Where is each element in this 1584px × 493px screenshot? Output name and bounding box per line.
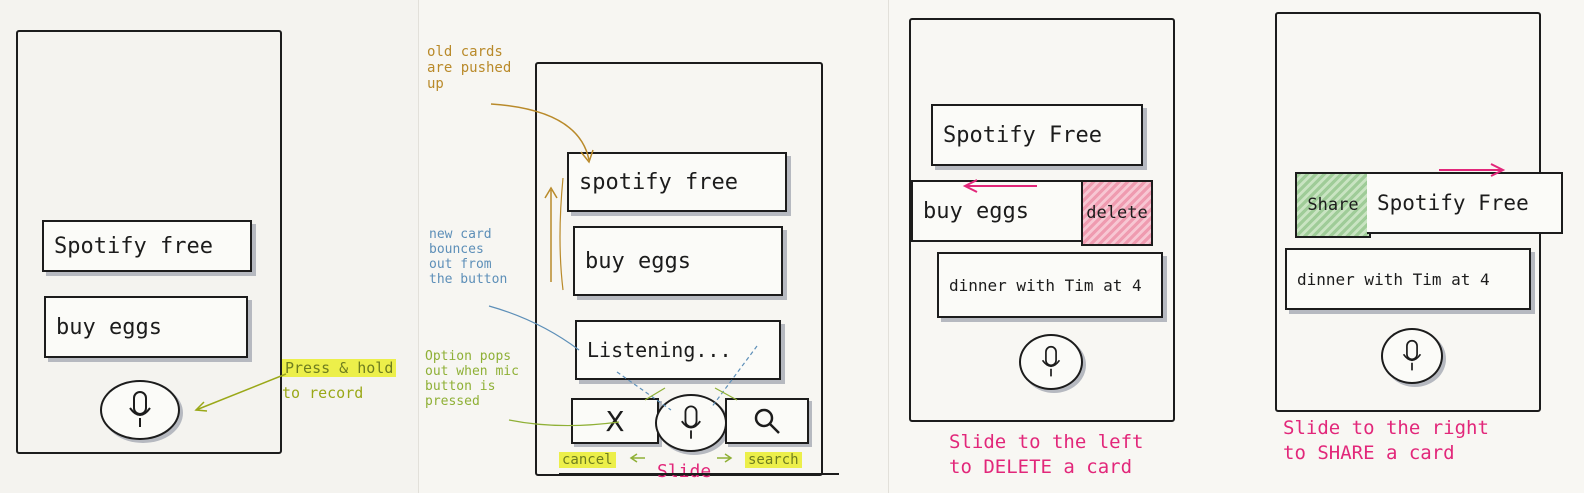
delete-caption-line-2: to DELETE a card xyxy=(949,455,1133,478)
card-buy-eggs[interactable]: buy eggs xyxy=(573,226,783,296)
option-note: Option pops out when mic button is press… xyxy=(425,349,519,409)
card-label: spotify free xyxy=(579,169,738,195)
press-hold-label: Press & hold xyxy=(282,359,397,377)
share-caption: Slide to the right to SHARE a card xyxy=(1283,416,1489,465)
card-label: buy eggs xyxy=(56,314,162,340)
to-record-label: to record xyxy=(282,384,364,403)
close-icon: X xyxy=(605,404,625,438)
search-label: search xyxy=(745,452,802,469)
card-label: dinner with Tim at 4 xyxy=(1297,269,1490,289)
card-spotify[interactable]: Spotify free xyxy=(42,220,252,272)
magnifier-icon xyxy=(754,408,780,434)
card-spotify[interactable]: spotify free xyxy=(567,152,787,212)
delete-caption: Slide to the left to DELETE a card xyxy=(949,430,1143,479)
mic-button[interactable] xyxy=(1381,328,1443,384)
press-hold-note: Press & hold to record xyxy=(282,359,397,410)
card-dinner[interactable]: dinner with Tim at 4 xyxy=(1285,248,1531,310)
delete-action[interactable]: delete xyxy=(1081,180,1153,246)
card-buy-eggs-sliding[interactable]: buy eggs xyxy=(911,180,1083,242)
sketch-3-4-sheet: Spotify Free buy eggs delete dinner with… xyxy=(888,0,1584,493)
mic-button[interactable] xyxy=(655,394,727,452)
listening-card: Listening... xyxy=(575,320,781,380)
microphone-icon xyxy=(1402,339,1422,371)
mic-button[interactable] xyxy=(1019,334,1083,390)
mic-button[interactable] xyxy=(100,380,180,440)
new-card-note: new card bounces out from the button xyxy=(429,227,508,287)
card-label: Spotify Free xyxy=(1377,191,1529,215)
card-label: buy eggs xyxy=(585,248,691,274)
share-label: Share xyxy=(1307,195,1359,215)
card-label: dinner with Tim at 4 xyxy=(949,275,1142,295)
search-button[interactable] xyxy=(725,398,809,444)
sketch-2-sheet: old cards are pushed up new card bounces… xyxy=(418,0,889,493)
share-action[interactable]: Share xyxy=(1295,172,1371,238)
card-label: buy eggs xyxy=(923,198,1029,224)
card-label: Spotify Free xyxy=(943,122,1102,148)
card-spotify[interactable]: Spotify Free xyxy=(931,104,1143,166)
cancel-label: cancel xyxy=(559,452,616,469)
slide-label: Slide xyxy=(657,461,712,482)
card-dinner[interactable]: dinner with Tim at 4 xyxy=(937,252,1163,318)
old-cards-note: old cards are pushed up xyxy=(427,44,512,93)
delete-caption-line-1: Slide to the left xyxy=(949,431,1144,453)
listening-label: Listening... xyxy=(587,338,732,362)
delete-label: delete xyxy=(1086,203,1148,223)
share-caption-line-2: to SHARE a card xyxy=(1283,441,1455,464)
microphone-icon xyxy=(1041,345,1061,377)
share-caption-line-1: Slide to the right xyxy=(1283,417,1489,439)
card-buy-eggs[interactable]: buy eggs xyxy=(44,296,248,358)
card-label: Spotify free xyxy=(54,233,213,259)
microphone-icon xyxy=(681,405,701,439)
microphone-icon xyxy=(129,391,151,427)
sketch-1-sheet: Spotify free buy eggs Press & hold to re… xyxy=(0,0,418,493)
card-spotify-sliding[interactable]: Spotify Free xyxy=(1367,172,1563,234)
cancel-button[interactable]: X xyxy=(571,398,659,444)
